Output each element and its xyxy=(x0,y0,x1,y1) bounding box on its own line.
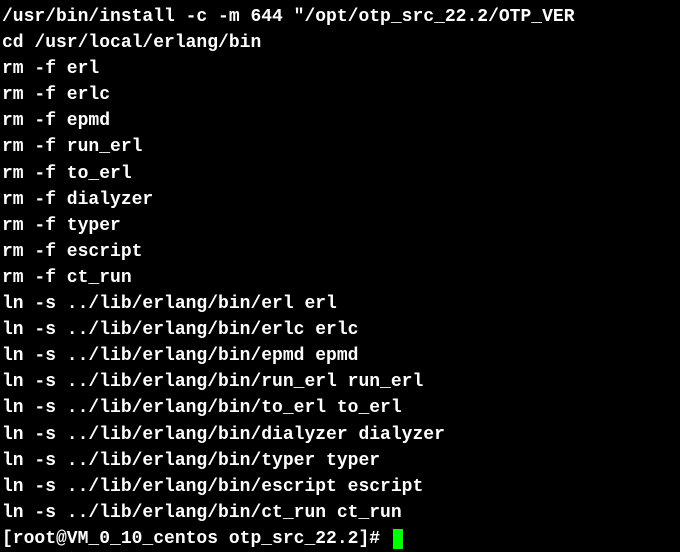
terminal-line: ln -s ../lib/erlang/bin/escript escript xyxy=(2,474,678,500)
terminal-line: ln -s ../lib/erlang/bin/erl erl xyxy=(2,291,678,317)
terminal-line: ln -s ../lib/erlang/bin/ct_run ct_run xyxy=(2,500,678,526)
terminal-line: rm -f run_erl xyxy=(2,134,678,160)
cursor-icon xyxy=(393,529,403,549)
terminal-line: rm -f escript xyxy=(2,239,678,265)
terminal-line: ln -s ../lib/erlang/bin/run_erl run_erl xyxy=(2,369,678,395)
terminal-line: rm -f epmd xyxy=(2,108,678,134)
terminal-line: rm -f erl xyxy=(2,56,678,82)
terminal-line: ln -s ../lib/erlang/bin/dialyzer dialyze… xyxy=(2,422,678,448)
terminal-line: ln -s ../lib/erlang/bin/erlc erlc xyxy=(2,317,678,343)
terminal-line: /usr/bin/install -c -m 644 "/opt/otp_src… xyxy=(2,4,678,30)
terminal-line: rm -f dialyzer xyxy=(2,187,678,213)
terminal-line: cd /usr/local/erlang/bin xyxy=(2,30,678,56)
terminal-line: ln -s ../lib/erlang/bin/typer typer xyxy=(2,448,678,474)
terminal-line: rm -f erlc xyxy=(2,82,678,108)
terminal-line: rm -f ct_run xyxy=(2,265,678,291)
terminal-line: ln -s ../lib/erlang/bin/to_erl to_erl xyxy=(2,395,678,421)
terminal-prompt: [root@VM_0_10_centos otp_src_22.2]# xyxy=(2,529,391,549)
terminal-prompt-line[interactable]: [root@VM_0_10_centos otp_src_22.2]# xyxy=(2,526,678,552)
terminal-output: /usr/bin/install -c -m 644 "/opt/otp_src… xyxy=(2,4,678,552)
terminal-line: rm -f typer xyxy=(2,213,678,239)
terminal-line: rm -f to_erl xyxy=(2,161,678,187)
terminal-line: ln -s ../lib/erlang/bin/epmd epmd xyxy=(2,343,678,369)
